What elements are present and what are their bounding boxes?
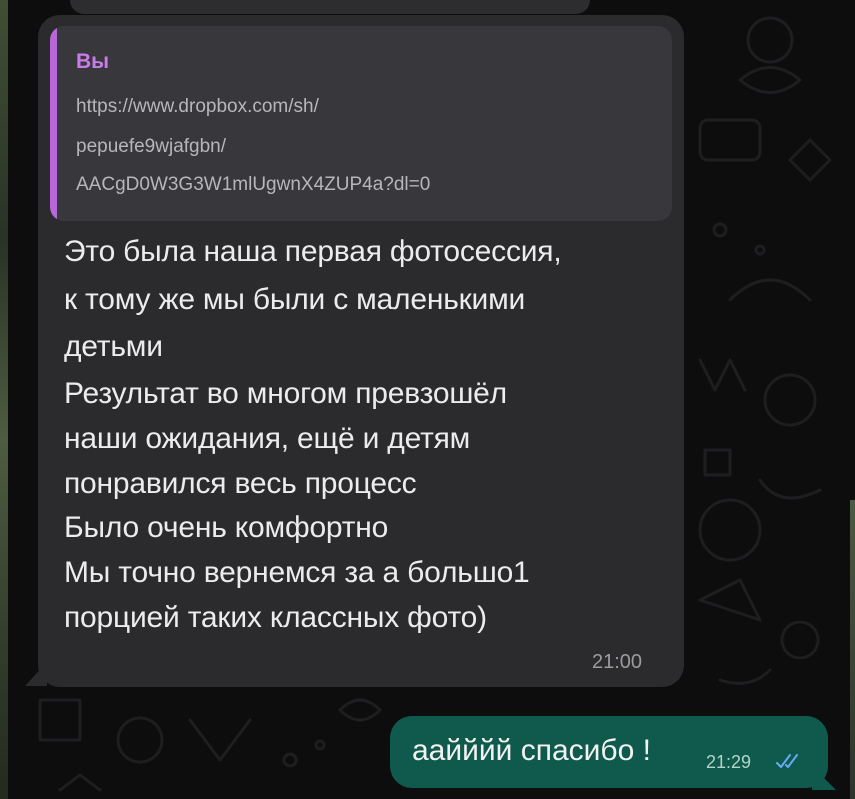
- message-text-line: к тому же мы были с маленькими: [64, 283, 526, 316]
- reply-accent-bar: [50, 26, 57, 221]
- previous-message-bubble-edge: [70, 0, 590, 14]
- reply-text-line: pepuefe9wjafgbn/: [76, 136, 227, 157]
- reply-text-line: AACgD0W3G3W1mlUgwnX4ZUP4a?dl=0: [76, 174, 431, 195]
- message-text-line: понравился весь процесс: [64, 467, 417, 500]
- message-text-line: порцией таких классных фото): [64, 601, 487, 634]
- quoted-reply[interactable]: Вы https://www.dropbox.com/sh/ pepuefe9w…: [50, 26, 672, 221]
- incoming-message-time: 21:00: [592, 651, 643, 673]
- outgoing-bubble-tail: [812, 766, 836, 790]
- left-edge-strip: [0, 0, 8, 799]
- right-edge-strip: [850, 500, 855, 799]
- message-text-line: Результат во многом превзошёл: [64, 377, 507, 410]
- message-text-line: Мы точно вернемся за а большо1: [64, 556, 530, 589]
- message-text-line: детьми: [64, 330, 163, 363]
- incoming-bubble-tail: [25, 662, 47, 686]
- outgoing-message-text: аайййй спасибо !: [412, 734, 651, 767]
- outgoing-message-time: 21:29: [706, 752, 752, 772]
- double-check-read-icon: [776, 754, 798, 768]
- message-text-line: Это была наша первая фотосессия,: [64, 235, 562, 268]
- reply-sender-name: Вы: [76, 50, 110, 73]
- message-text-line: Было очень комфортно: [64, 511, 389, 544]
- reply-text-line: https://www.dropbox.com/sh/: [76, 96, 319, 117]
- message-text-line: наши ожидания, ещё и детям: [64, 422, 471, 455]
